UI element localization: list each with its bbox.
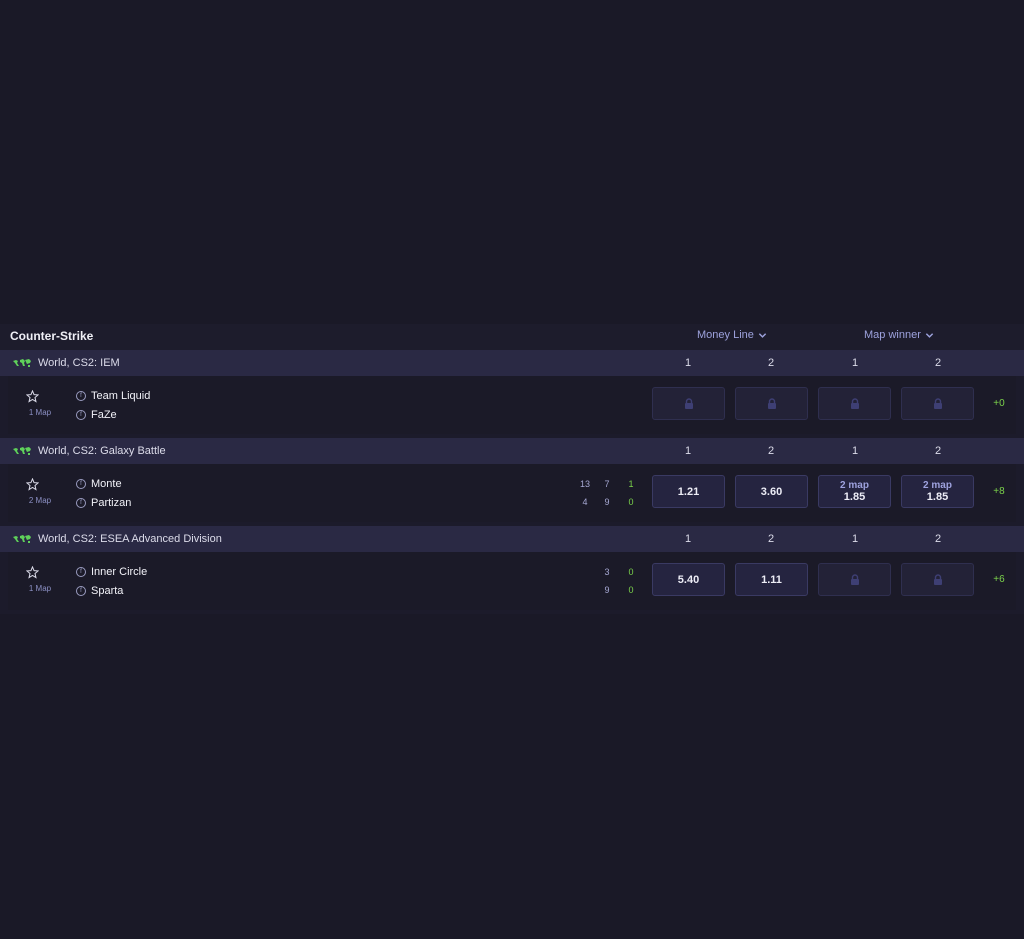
current-map-score: 0: [628, 585, 634, 595]
outcome-column-header: 1: [851, 445, 859, 457]
outcome-column-header: 1: [684, 445, 692, 457]
outcome-column-header: 2: [767, 533, 775, 545]
favorite-star-icon[interactable]: [26, 478, 39, 491]
league-name: World, CS2: Galaxy Battle: [38, 445, 166, 457]
lock-icon: [933, 398, 942, 409]
chevron-down-icon: [758, 332, 767, 338]
odd-button-locked: [735, 387, 808, 420]
sport-title: Counter-Strike: [10, 329, 94, 343]
team-name: Team Liquid: [91, 390, 151, 402]
more-markets-link[interactable]: +6: [986, 574, 1012, 585]
outcome-column-header: 1: [684, 533, 692, 545]
match-row[interactable]: 2 Map f Monte f Partizan 13 7 1 4 9 0 1.21 3.60 2 map…: [0, 464, 1024, 526]
league-name: World, CS2: IEM: [38, 357, 120, 369]
outcome-column-header: 2: [934, 357, 942, 369]
lock-icon: [767, 398, 776, 409]
team-logo-icon: f: [76, 586, 86, 596]
odd-button[interactable]: 2 map 1.85: [818, 475, 891, 508]
lock-icon: [850, 398, 859, 409]
odd-button-locked: [652, 387, 725, 420]
lock-icon: [933, 574, 942, 585]
sport-panel: Counter-Strike Money Line Map winner Wor…: [0, 324, 1024, 614]
team-row: f FaZe: [76, 409, 117, 421]
market-label: Map winner: [864, 329, 921, 341]
odd-button[interactable]: 3.60: [735, 475, 808, 508]
odd-map-label: 2 map: [923, 480, 952, 491]
odd-button-locked: [818, 563, 891, 596]
odd-button[interactable]: 2 map 1.85: [901, 475, 974, 508]
odd-button-locked: [901, 563, 974, 596]
market-map-winner-dropdown[interactable]: Map winner: [864, 329, 934, 341]
team-name: FaZe: [91, 409, 117, 421]
map-score: 9: [604, 497, 610, 507]
league-name: World, CS2: ESEA Advanced Division: [38, 533, 222, 545]
league-header[interactable]: World, CS2: IEM 1 2 1 2: [0, 350, 1024, 376]
team-logo-icon: f: [76, 479, 86, 489]
sport-header: Counter-Strike Money Line Map winner: [0, 324, 1024, 350]
lock-icon: [684, 398, 693, 409]
odd-value: 1.21: [677, 485, 700, 498]
team-row: f Partizan: [76, 497, 131, 509]
odd-value: 1.11: [761, 573, 782, 586]
current-map-score: 0: [628, 567, 634, 577]
outcome-column-header: 1: [684, 357, 692, 369]
team-name: Monte: [91, 478, 122, 490]
team-name: Partizan: [91, 497, 132, 509]
outcome-column-header: 1: [851, 533, 859, 545]
map-score: 3: [604, 567, 610, 577]
map-score: 13: [579, 479, 590, 489]
outcome-column-header: 1: [851, 357, 859, 369]
odd-button-locked: [818, 387, 891, 420]
outcome-column-header: 2: [767, 357, 775, 369]
more-markets-link[interactable]: +8: [986, 486, 1012, 497]
team-name: Inner Circle: [91, 566, 148, 578]
odd-value: 3.60: [760, 485, 783, 498]
odd-value: 5.40: [677, 573, 700, 586]
favorite-star-icon[interactable]: [26, 390, 39, 403]
odd-button-locked: [901, 387, 974, 420]
team-row: f Monte: [76, 478, 122, 490]
outcome-column-header: 2: [934, 533, 942, 545]
match-row[interactable]: 1 Map f Team Liquid f FaZe +0: [0, 376, 1024, 438]
map-score: 4: [582, 497, 588, 507]
outcome-column-header: 2: [934, 445, 942, 457]
map-score: 9: [604, 585, 610, 595]
team-logo-icon: f: [76, 391, 86, 401]
league-header[interactable]: World, CS2: ESEA Advanced Division 1 2 1 2: [0, 526, 1024, 552]
match-row[interactable]: 1 Map f Inner Circle f Sparta 3 0 9 0 5.40 1.11 +6: [0, 552, 1024, 614]
outcome-column-header: 2: [767, 445, 775, 457]
map-score: 7: [604, 479, 610, 489]
team-logo-icon: f: [76, 567, 86, 577]
league-header[interactable]: World, CS2: Galaxy Battle 1 2 1 2: [0, 438, 1024, 464]
team-row: f Sparta: [76, 585, 123, 597]
team-row: f Team Liquid: [76, 390, 150, 402]
map-count: 1 Map: [28, 408, 52, 417]
market-money-line-dropdown[interactable]: Money Line: [697, 329, 767, 341]
team-name: Sparta: [91, 585, 124, 597]
odd-map-label: 2 map: [840, 480, 869, 491]
odd-button[interactable]: 1.21: [652, 475, 725, 508]
team-row: f Inner Circle: [76, 566, 147, 578]
favorite-star-icon[interactable]: [26, 566, 39, 579]
odd-value: 1.85: [843, 491, 866, 503]
map-count: 1 Map: [28, 584, 52, 593]
lock-icon: [850, 574, 859, 585]
more-markets-link[interactable]: +0: [986, 398, 1012, 409]
world-map-icon: [13, 359, 31, 367]
world-map-icon: [13, 447, 31, 455]
team-logo-icon: f: [76, 410, 86, 420]
league-list: World, CS2: IEM 1 2 1 2 1 Map f Team Liquid f FaZ…: [0, 350, 1024, 614]
current-map-score: 0: [628, 497, 634, 507]
chevron-down-icon: [925, 332, 934, 338]
odd-button[interactable]: 1.11: [735, 563, 808, 596]
team-logo-icon: f: [76, 498, 86, 508]
odd-button[interactable]: 5.40: [652, 563, 725, 596]
map-count: 2 Map: [28, 496, 52, 505]
market-label: Money Line: [697, 329, 754, 341]
world-map-icon: [13, 535, 31, 543]
current-map-score: 1: [628, 479, 634, 489]
odd-value: 1.85: [926, 491, 949, 503]
